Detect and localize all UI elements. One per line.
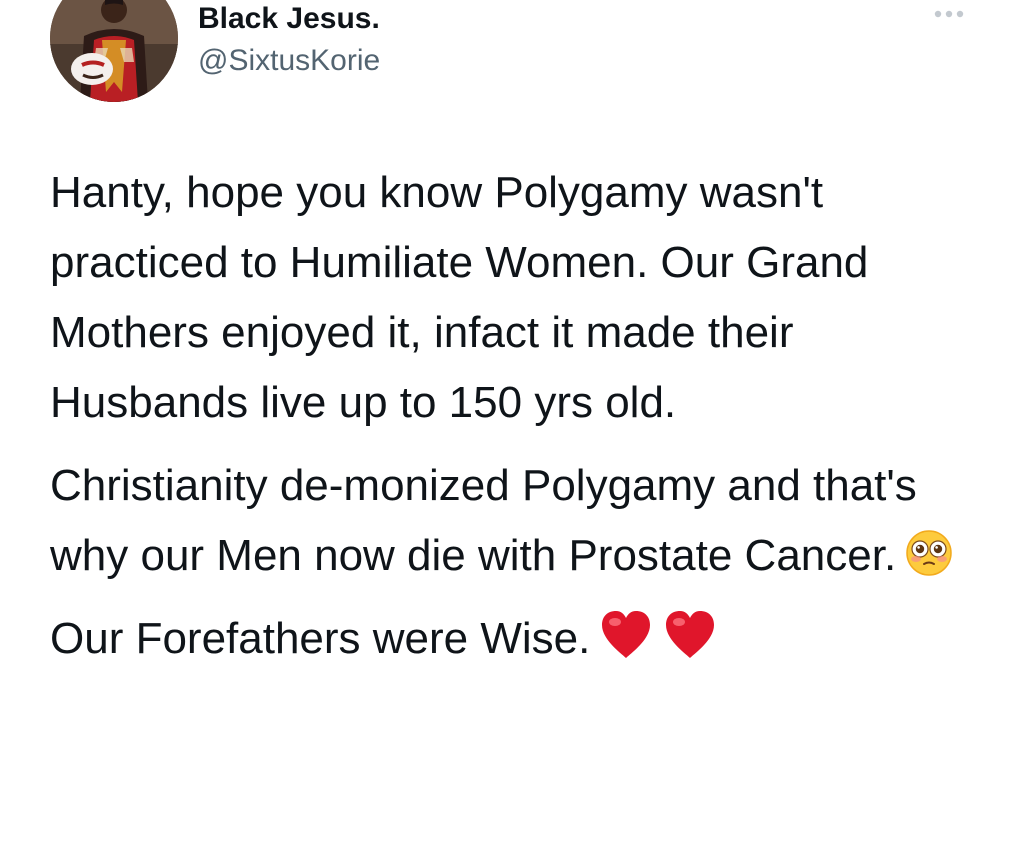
red-heart-emoji-icon [598,609,654,661]
flushed-face-emoji-icon [904,528,954,578]
author-display-name[interactable]: Black Jesus. [198,2,380,36]
profile-photo-icon [50,0,178,102]
tweet-paragraph-2: Christianity de-monized Polygamy and tha… [50,451,1000,591]
tweet-header: Black Jesus. @SixtusKorie [0,0,1024,120]
more-options-icon[interactable] [929,4,969,24]
tweet-paragraph-1: Hanty, hope you know Polygamy wasn't pra… [50,168,869,427]
tweet-text: Hanty, hope you know Polygamy wasn't pra… [50,158,1000,674]
red-heart-emoji-icon [662,609,718,661]
tweet-paragraph-3: Our Forefathers were Wise. [50,604,1000,674]
tweet-paragraph-3-text: Our Forefathers were Wise. [50,614,591,663]
author-avatar[interactable] [50,0,178,102]
author-handle[interactable]: @SixtusKorie [198,44,380,78]
tweet-paragraph-2-text: Christianity de-monized Polygamy and tha… [50,461,917,580]
